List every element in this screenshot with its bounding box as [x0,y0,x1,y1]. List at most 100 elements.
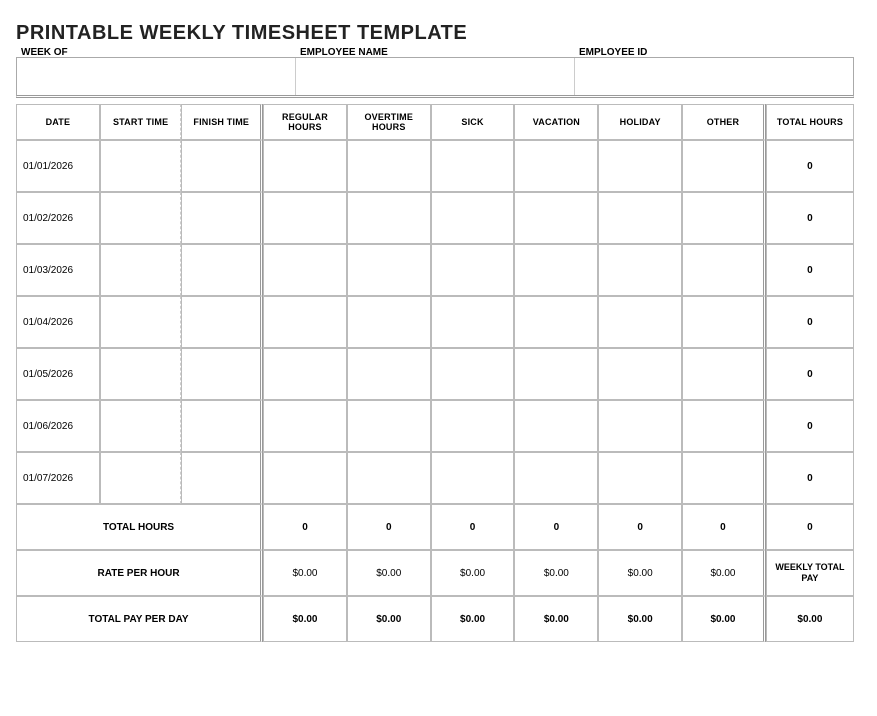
cell-other[interactable] [682,192,766,244]
cell-total: 0 [766,400,854,452]
employee-id-input[interactable] [575,61,853,95]
cell-overtime[interactable] [347,244,431,296]
total-hours-row: TOTAL HOURS 0 0 0 0 0 0 0 [16,504,854,550]
cell-regular[interactable] [263,452,347,504]
cell-other[interactable] [682,452,766,504]
cell-start-time[interactable] [100,140,182,192]
rate-vacation: $0.00 [514,550,598,596]
total-hours-vacation: 0 [514,504,598,550]
cell-other[interactable] [682,140,766,192]
cell-vacation[interactable] [514,348,598,400]
cell-date: 01/02/2026 [16,192,100,244]
cell-other[interactable] [682,400,766,452]
cell-start-time[interactable] [100,244,182,296]
timesheet-table: DATE START TIME FINISH TIME REGULAR HOUR… [16,104,854,642]
cell-date: 01/03/2026 [16,244,100,296]
cell-start-time[interactable] [100,400,182,452]
cell-date: 01/07/2026 [16,452,100,504]
col-sick: SICK [431,104,515,140]
cell-date: 01/05/2026 [16,348,100,400]
cell-total: 0 [766,140,854,192]
cell-holiday[interactable] [598,452,682,504]
cell-other[interactable] [682,296,766,348]
cell-regular[interactable] [263,244,347,296]
cell-sick[interactable] [431,452,515,504]
cell-finish-time[interactable] [181,296,263,348]
week-of-label: WEEK OF [17,44,72,47]
total-pay-sick: $0.00 [431,596,515,642]
cell-regular[interactable] [263,400,347,452]
cell-overtime[interactable] [347,400,431,452]
cell-start-time[interactable] [100,452,182,504]
total-hours-regular: 0 [263,504,347,550]
cell-sick[interactable] [431,140,515,192]
cell-start-time[interactable] [100,296,182,348]
cell-finish-time[interactable] [181,244,263,296]
cell-vacation[interactable] [514,192,598,244]
cell-vacation[interactable] [514,140,598,192]
cell-sick[interactable] [431,400,515,452]
cell-overtime[interactable] [347,192,431,244]
total-pay-vacation: $0.00 [514,596,598,642]
rate-holiday: $0.00 [598,550,682,596]
table-row: 01/04/20260 [16,296,854,348]
col-regular: REGULAR HOURS [263,104,347,140]
header-fields: WEEK OF EMPLOYEE NAME EMPLOYEE ID [16,57,854,98]
cell-start-time[interactable] [100,348,182,400]
rate-row: RATE PER HOUR $0.00 $0.00 $0.00 $0.00 $0… [16,550,854,596]
table-header-row: DATE START TIME FINISH TIME REGULAR HOUR… [16,104,854,140]
table-row: 01/07/20260 [16,452,854,504]
col-finish-time: FINISH TIME [181,104,263,140]
cell-sick[interactable] [431,244,515,296]
week-of-input[interactable] [17,61,295,95]
cell-overtime[interactable] [347,348,431,400]
cell-finish-time[interactable] [181,140,263,192]
cell-other[interactable] [682,348,766,400]
cell-holiday[interactable] [598,400,682,452]
rate-other: $0.00 [682,550,766,596]
cell-overtime[interactable] [347,140,431,192]
table-row: 01/03/20260 [16,244,854,296]
cell-start-time[interactable] [100,192,182,244]
cell-holiday[interactable] [598,296,682,348]
cell-other[interactable] [682,244,766,296]
rate-label: RATE PER HOUR [16,550,263,596]
cell-vacation[interactable] [514,296,598,348]
cell-regular[interactable] [263,296,347,348]
table-row: 01/01/2026 0 [16,140,854,192]
col-overtime: OVERTIME HOURS [347,104,431,140]
cell-finish-time[interactable] [181,452,263,504]
employee-name-input[interactable] [296,61,574,95]
cell-overtime[interactable] [347,296,431,348]
cell-holiday[interactable] [598,348,682,400]
weekly-total-pay-label: WEEKLY TOTAL PAY [766,550,854,596]
cell-total: 0 [766,348,854,400]
total-pay-grand: $0.00 [766,596,854,642]
total-pay-other: $0.00 [682,596,766,642]
cell-holiday[interactable] [598,140,682,192]
cell-date: 01/01/2026 [16,140,100,192]
cell-vacation[interactable] [514,244,598,296]
cell-finish-time[interactable] [181,348,263,400]
cell-finish-time[interactable] [181,400,263,452]
cell-sick[interactable] [431,348,515,400]
page-title: PRINTABLE WEEKLY TIMESHEET TEMPLATE [16,22,861,45]
total-hours-holiday: 0 [598,504,682,550]
cell-holiday[interactable] [598,192,682,244]
cell-vacation[interactable] [514,452,598,504]
employee-name-label: EMPLOYEE NAME [296,44,392,47]
cell-vacation[interactable] [514,400,598,452]
cell-holiday[interactable] [598,244,682,296]
cell-overtime[interactable] [347,452,431,504]
cell-sick[interactable] [431,192,515,244]
total-pay-holiday: $0.00 [598,596,682,642]
total-pay-label: TOTAL PAY PER DAY [16,596,263,642]
cell-sick[interactable] [431,296,515,348]
cell-regular[interactable] [263,140,347,192]
cell-total: 0 [766,296,854,348]
cell-regular[interactable] [263,192,347,244]
cell-regular[interactable] [263,348,347,400]
col-other: OTHER [682,104,766,140]
cell-finish-time[interactable] [181,192,263,244]
cell-total: 0 [766,192,854,244]
